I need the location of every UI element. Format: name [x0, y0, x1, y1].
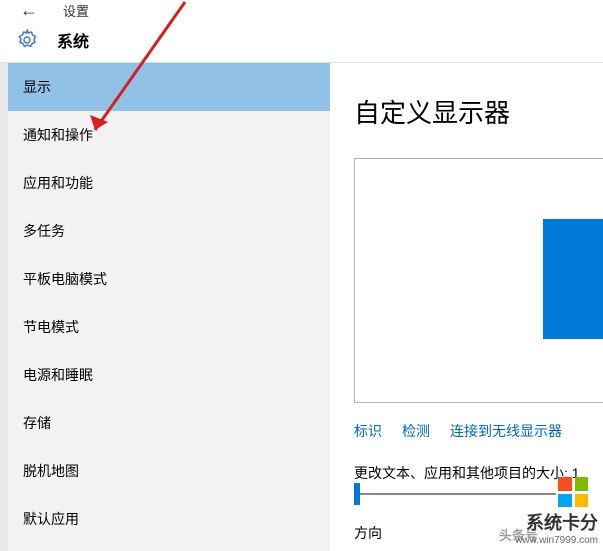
content-area: 显示 通知和操作 应用和功能 多任务 平板电脑模式 节电模式 电源和睡眠 存储 …	[0, 63, 603, 551]
watermark: 系统卡分 www.win7999.com	[515, 477, 598, 546]
identify-link[interactable]: 标识	[354, 421, 382, 441]
slider-thumb[interactable]	[354, 483, 360, 505]
sidebar-item-multitask[interactable]: 多任务	[8, 207, 330, 255]
display-links: 标识 检测 连接到无线显示器	[354, 421, 603, 441]
main-title: 自定义显示器	[354, 93, 603, 130]
app-header: ← 设置 系统	[0, 0, 603, 63]
page-title: 系统	[57, 28, 89, 52]
monitor-thumbnail[interactable]	[543, 219, 603, 339]
sidebar-item-storage[interactable]: 存储	[8, 399, 330, 447]
header-main-row: 系统	[15, 28, 588, 52]
sidebar: 显示 通知和操作 应用和功能 多任务 平板电脑模式 节电模式 电源和睡眠 存储 …	[0, 63, 330, 551]
gear-icon	[15, 28, 39, 52]
windows-logo-icon	[558, 477, 588, 507]
sidebar-item-tablet[interactable]: 平板电脑模式	[8, 255, 330, 303]
sidebar-item-defaultapps[interactable]: 默认应用	[8, 495, 330, 543]
header-top-row: ← 设置	[20, 0, 89, 21]
sidebar-item-notifications[interactable]: 通知和操作	[8, 111, 330, 159]
sidebar-item-apps[interactable]: 应用和功能	[8, 159, 330, 207]
sidebar-item-power[interactable]: 电源和睡眠	[8, 351, 330, 399]
wireless-link[interactable]: 连接到无线显示器	[450, 421, 562, 441]
settings-breadcrumb: 设置	[63, 1, 89, 20]
sidebar-item-display[interactable]: 显示	[8, 63, 330, 111]
display-preview[interactable]	[354, 158, 603, 403]
sidebar-item-battery[interactable]: 节电模式	[8, 303, 330, 351]
main-panel: 自定义显示器 标识 检测 连接到无线显示器 更改文本、应用和其他项目的大小: 1…	[330, 63, 603, 551]
back-button[interactable]: ←	[20, 0, 38, 21]
watermark-url: www.win7999.com	[515, 535, 598, 546]
sidebar-item-maps[interactable]: 脱机地图	[8, 447, 330, 495]
detect-link[interactable]: 检测	[402, 421, 430, 441]
watermark-brand: 系统卡分	[526, 509, 598, 535]
